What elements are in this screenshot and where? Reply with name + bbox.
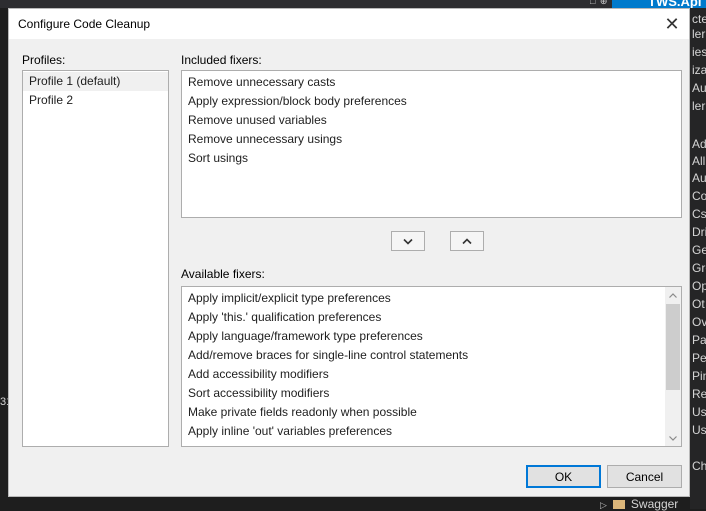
ide-right-panel-item: Ge [692,243,706,257]
fixer-label: Apply inline 'out' variables preferences [188,424,393,438]
fixer-label: Add accessibility modifiers [188,367,329,381]
included-fixer-item[interactable]: Sort usings [182,149,681,168]
ide-right-panel-item: cte [692,12,706,26]
ide-right-panel-item: Co [692,189,706,203]
fixer-label: Sort accessibility modifiers [188,386,330,400]
dialog-title: Configure Code Cleanup [18,17,151,31]
profile-item-2[interactable]: Profile 2 [23,91,168,110]
ide-right-panel-item: iza [692,63,706,77]
move-up-button[interactable] [450,231,484,251]
ok-button[interactable]: OK [526,465,601,488]
ide-right-panel-item: Pas [692,333,706,347]
ide-right-panel-item: Ch [692,459,706,473]
ide-right-panel-item: Ov [692,315,706,329]
ide-right-panel-item: Op [692,279,706,293]
available-fixers-list[interactable]: Apply implicit/explicit type preferences… [181,286,682,447]
ide-right-panel-item: Au [692,81,706,95]
ide-tree-item[interactable]: ▷ Swagger [600,497,706,511]
available-fixer-item[interactable]: Make private fields readonly when possib… [182,403,681,422]
fixer-label: Apply language/framework type preference… [188,329,423,343]
ide-right-panel-item: Dri [692,225,706,239]
fixer-label: Sort usings [188,151,249,165]
chevron-down-icon [403,238,413,245]
ide-right-panel-item: Csi [692,207,706,221]
ide-right-panel-item: Pin [692,369,706,383]
close-button[interactable]: ✕ [655,9,689,39]
ide-right-panel: cteleriesizaAulerAdAllAuCoCsiDriGeGroOpO… [690,8,706,509]
scroll-down-button[interactable] [665,430,681,446]
fixer-label: Apply expression/block body preferences [188,94,407,108]
available-fixers-scrollbar[interactable] [665,287,681,446]
cancel-button[interactable]: Cancel [607,465,682,488]
ide-right-panel-item: ler [692,27,706,41]
close-icon: ✕ [664,13,680,34]
ide-tab-icons: □ ⊕ [590,0,609,6]
configure-code-cleanup-dialog: Configure Code Cleanup ✕ Profiles: Profi… [8,8,690,497]
fixer-label: Remove unused variables [188,113,327,127]
ide-right-panel-item: Rep [692,387,706,401]
ide-right-panel-item: ies [692,45,706,59]
scroll-up-icon [669,292,677,298]
folder-icon [612,500,625,509]
profiles-list[interactable]: Profile 1 (default) Profile 2 [22,70,169,447]
fixer-label: Make private fields readonly when possib… [188,405,417,419]
available-fixer-item[interactable]: Apply inline 'out' variables preferences [182,422,681,441]
included-fixer-item[interactable]: Remove unnecessary casts [182,73,681,92]
included-fixers-label: Included fixers: [181,53,262,67]
included-fixer-item[interactable]: Apply expression/block body preferences [182,92,681,111]
fixer-label: Remove unnecessary casts [188,75,336,89]
fixer-label: Apply implicit/explicit type preferences [188,291,391,305]
available-fixer-item[interactable]: Apply 'this.' qualification preferences [182,308,681,327]
included-fixers-list[interactable]: Remove unnecessary casts Apply expressio… [181,70,682,218]
move-down-button[interactable] [391,231,425,251]
chevron-up-icon [462,237,472,244]
available-fixer-item[interactable]: Apply implicit/explicit type preferences [182,289,681,308]
included-fixer-item[interactable]: Remove unnecessary usings [182,130,681,149]
dialog-titlebar[interactable]: Configure Code Cleanup ✕ [9,9,689,39]
ide-right-panel-item: Ad [692,137,706,151]
ide-right-panel-item: Gro [692,261,706,275]
available-fixer-item[interactable]: Sort accessibility modifiers [182,384,681,403]
profile-item-label: Profile 1 (default) [29,74,121,88]
scroll-up-button[interactable] [665,287,681,303]
profile-item-label: Profile 2 [29,93,74,107]
fixer-label: Remove unnecessary usings [188,132,343,146]
ide-right-panel-item: Ot [692,297,705,311]
available-fixer-item[interactable]: Add accessibility modifiers [182,365,681,384]
available-fixer-item[interactable]: Add/remove braces for single-line contro… [182,346,681,365]
available-fixers-label: Available fixers: [181,267,265,281]
profile-item-1[interactable]: Profile 1 (default) [23,72,168,91]
ide-right-panel-item: Per [692,351,706,365]
ide-right-panel-item: Au [692,171,706,185]
fixer-label: Apply 'this.' qualification preferences [188,310,382,324]
ide-right-panel-item: Use [692,423,706,437]
scroll-down-icon [669,435,677,441]
profiles-label: Profiles: [22,53,66,67]
ide-right-panel-item: All [692,154,706,168]
scroll-thumb[interactable] [666,304,680,390]
ide-right-panel-item: ler [692,99,706,113]
fixer-label: Add/remove braces for single-line contro… [188,348,469,362]
available-fixer-item[interactable]: Apply language/framework type preference… [182,327,681,346]
included-fixer-item[interactable]: Remove unused variables [182,111,681,130]
ide-right-panel-item: Use [692,405,706,419]
